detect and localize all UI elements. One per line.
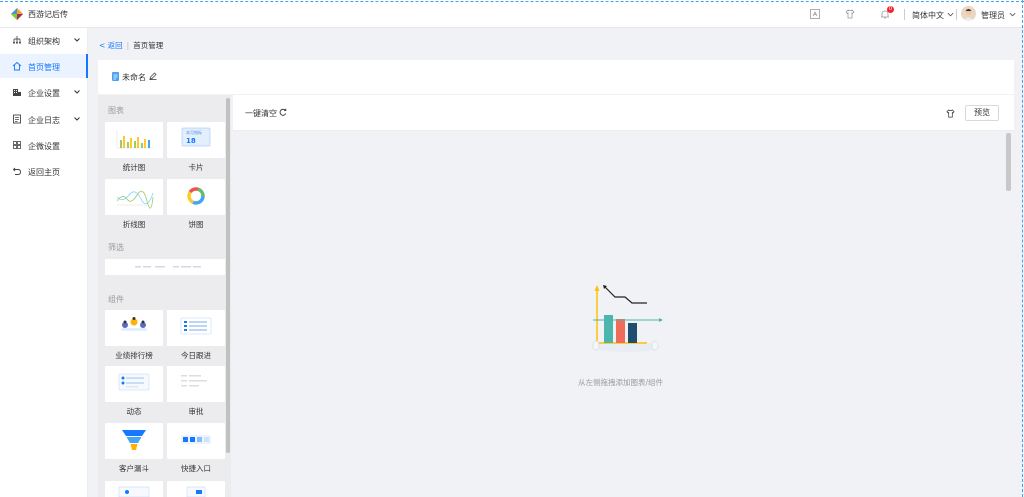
canvas-toolbar: 一键清空 预览 xyxy=(233,95,1014,131)
breadcrumb-separator: | xyxy=(126,41,130,50)
card-label: 业绩排行榜 xyxy=(115,351,153,360)
breadcrumb-current: 首页管理 xyxy=(133,41,164,50)
app-title: 西游记后传 xyxy=(28,10,68,19)
notification-badge: 0 xyxy=(887,6,894,13)
card-label: 动态 xyxy=(126,407,142,416)
building-icon xyxy=(13,89,21,96)
top-bar: 西游记后传 0 简体中文 管理员 xyxy=(0,0,1024,28)
sidebar-item-label: 企微设置 xyxy=(28,142,60,151)
filter-card[interactable] xyxy=(105,259,225,275)
pie-chart-card[interactable] xyxy=(167,179,225,215)
section-title-charts: 图表 xyxy=(108,106,124,115)
sidebar-item-enterprise-log[interactable]: 企业日志 xyxy=(0,107,88,131)
section-title-widgets: 组件 xyxy=(108,295,124,304)
user-menu[interactable]: 管理员 xyxy=(981,10,1005,21)
quick-entry-card[interactable] xyxy=(167,423,225,459)
edit-icon[interactable] xyxy=(149,72,157,80)
translate-icon[interactable] xyxy=(810,9,820,19)
widget-card[interactable] xyxy=(167,481,225,497)
chevron-left-icon: < xyxy=(99,41,108,50)
chevron-down-icon xyxy=(74,117,80,121)
chevron-down-icon[interactable] xyxy=(947,11,954,18)
selection-border-top xyxy=(0,1,1024,2)
shirt-icon[interactable] xyxy=(845,9,855,19)
page-name[interactable]: 未命名 xyxy=(122,72,146,83)
sidebar-item-org[interactable]: 组织架构 xyxy=(0,28,88,52)
theme-icon[interactable] xyxy=(946,109,955,118)
canvas-panel: 一键清空 预览 从左侧拖拽添加图表/组件 xyxy=(233,95,1014,497)
app-logo-icon xyxy=(11,8,23,20)
sidebar-item-enterprise-settings[interactable]: 企业设置 xyxy=(0,80,88,104)
sidebar-item-return-home[interactable]: 返回主页 xyxy=(0,159,88,183)
component-palette: 图表 统计图 本月指标 18 卡片 折线图 饼图 筛选 组件 业绩排行榜 今日跟… xyxy=(98,95,231,497)
kpi-thumb-value: 18 xyxy=(186,137,196,145)
activity-card[interactable] xyxy=(105,366,163,402)
back-link[interactable]: < 返回 xyxy=(99,41,123,50)
card-label: 统计图 xyxy=(122,163,146,172)
card-label: 饼图 xyxy=(188,220,204,229)
org-icon xyxy=(13,36,21,44)
approval-card[interactable] xyxy=(167,366,225,402)
card-label: 今日跟进 xyxy=(181,351,211,360)
grid-icon xyxy=(13,141,21,149)
palette-scrollbar[interactable] xyxy=(226,98,230,453)
avatar[interactable] xyxy=(961,6,976,21)
language-selector[interactable]: 简体中文 xyxy=(912,10,944,21)
today-followup-card[interactable] xyxy=(167,310,225,346)
log-icon xyxy=(13,114,21,124)
card-label: 折线图 xyxy=(122,220,146,229)
canvas-scrollbar[interactable] xyxy=(1006,133,1011,191)
card-label: 客户漏斗 xyxy=(119,464,149,473)
kpi-thumb-title: 本月指标 xyxy=(186,129,202,135)
chevron-down-icon[interactable] xyxy=(1009,11,1016,18)
sidebar-item-label: 企业日志 xyxy=(28,116,60,125)
selection-border-right xyxy=(1022,0,1023,497)
return-icon xyxy=(12,167,21,175)
empty-state-text: 从左侧拖拽添加图表/组件 xyxy=(577,378,664,387)
home-icon xyxy=(12,61,22,71)
card-label: 卡片 xyxy=(188,163,204,172)
leaderboard-card[interactable] xyxy=(105,310,163,346)
chevron-down-icon xyxy=(74,90,80,94)
sidebar-item-label: 组织架构 xyxy=(28,37,60,46)
sidebar-item-home[interactable]: 首页管理 xyxy=(0,54,88,78)
kpi-card[interactable]: 本月指标 18 xyxy=(167,122,225,158)
preview-button[interactable]: 预览 xyxy=(965,105,999,121)
drop-canvas[interactable]: 从左侧拖拽添加图表/组件 xyxy=(233,131,1014,497)
header-divider xyxy=(904,9,905,20)
section-title-filter: 筛选 xyxy=(108,243,124,252)
sidebar-item-label: 返回主页 xyxy=(28,168,60,177)
sidebar-item-wecom-settings[interactable]: 企微设置 xyxy=(0,133,88,157)
sidebar-item-label: 企业设置 xyxy=(28,89,60,98)
chevron-down-icon xyxy=(74,38,80,42)
clear-all-button[interactable]: 一键清空 xyxy=(245,108,277,119)
card-label: 快捷入口 xyxy=(181,464,211,473)
breadcrumb: < 返回 | 首页管理 xyxy=(99,40,163,51)
sidebar: 组织架构 首页管理 企业设置 企业日志 企微设置 返回主页 xyxy=(0,28,88,497)
stat-chart-card[interactable] xyxy=(105,122,163,158)
customer-funnel-card[interactable] xyxy=(105,423,163,459)
line-chart-card[interactable] xyxy=(105,179,163,215)
sidebar-item-label: 首页管理 xyxy=(28,63,60,72)
card-label: 审批 xyxy=(188,407,204,416)
refresh-icon[interactable] xyxy=(279,108,287,116)
document-icon xyxy=(112,72,119,81)
widget-card[interactable] xyxy=(105,481,163,497)
header-divider xyxy=(956,9,957,20)
empty-state-chart-icon xyxy=(592,285,663,352)
page-name-bar: 未命名 xyxy=(98,60,1014,94)
